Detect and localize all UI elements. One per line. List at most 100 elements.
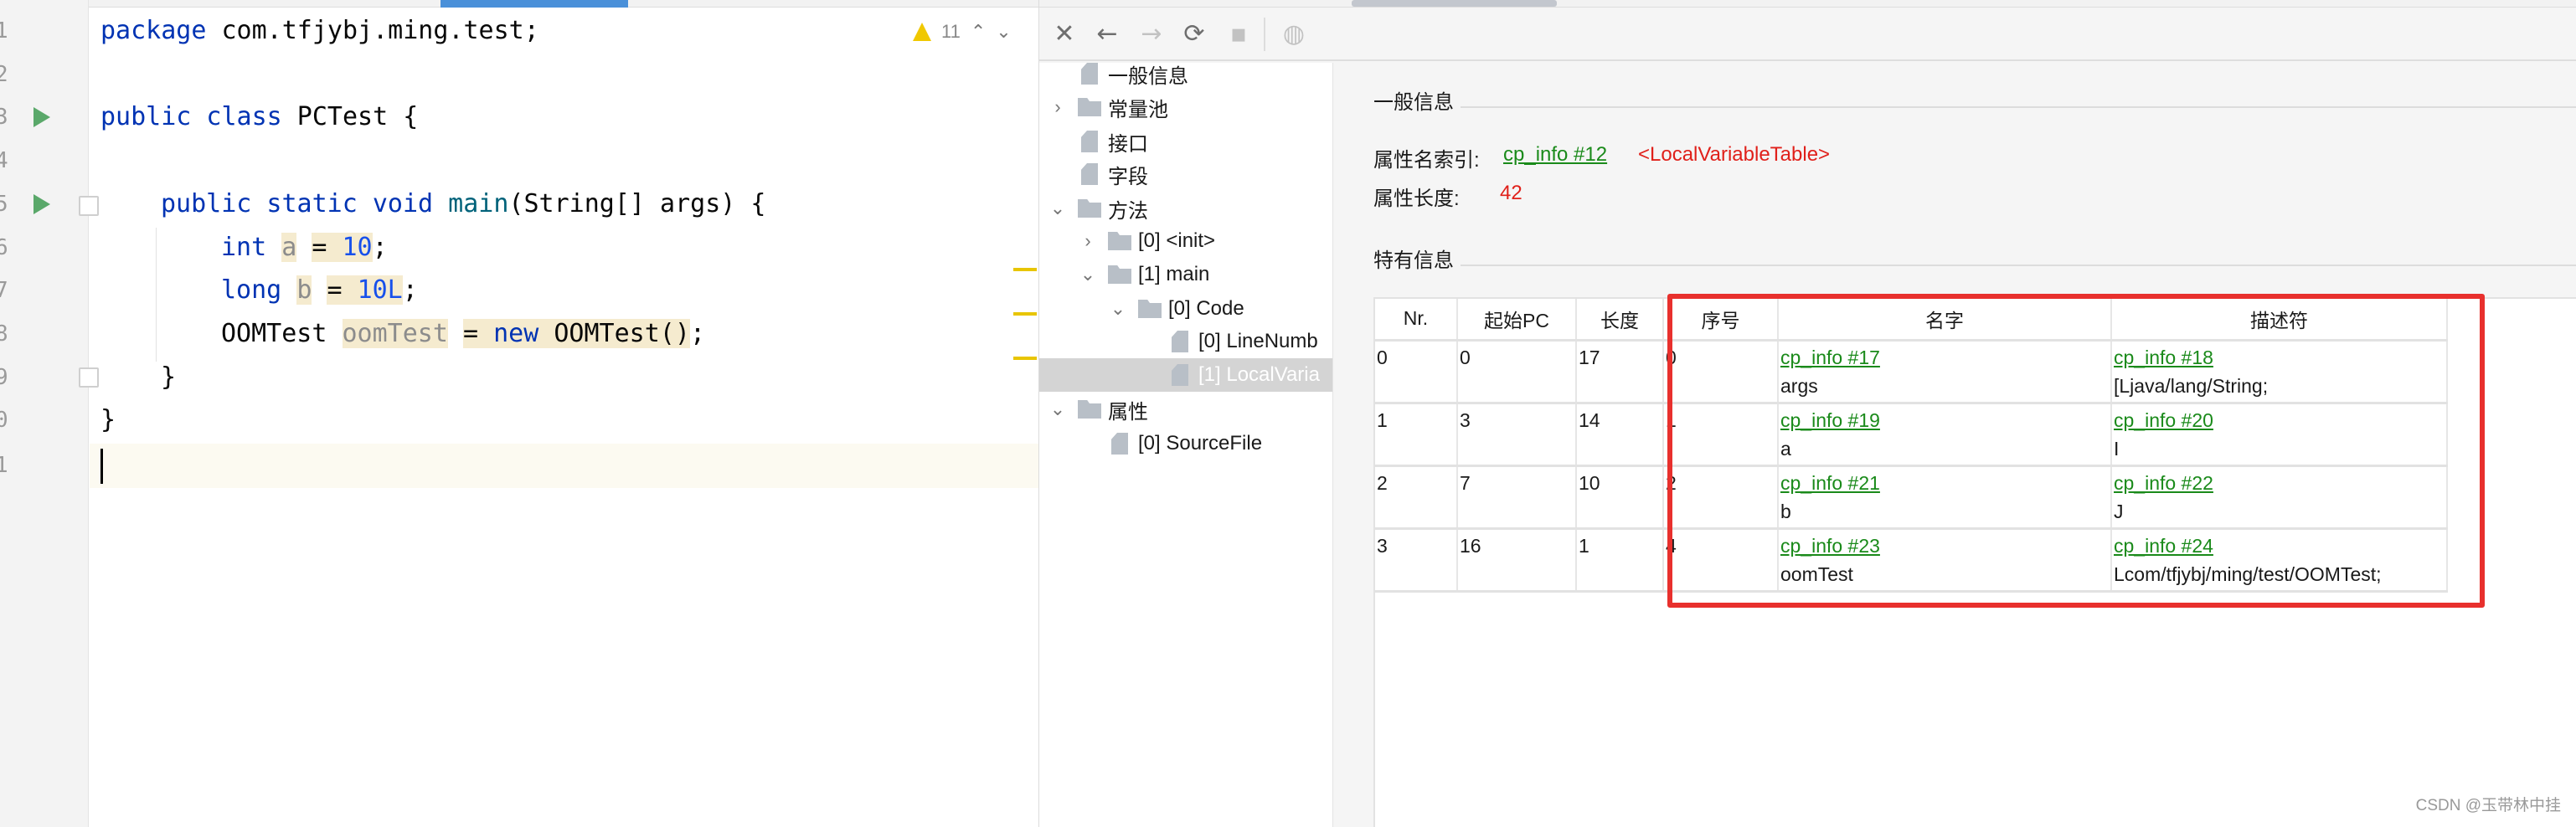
- tree-item-method-main[interactable]: ⌄[1] main: [1039, 258, 1332, 291]
- tree-item-method-init[interactable]: ›[0] <init>: [1039, 224, 1332, 258]
- attr-name-index-link[interactable]: cp_info #12: [1503, 143, 1607, 167]
- code-line-5: public static void main(String[] args) {: [161, 182, 765, 226]
- code-text: PCTest {: [282, 102, 419, 131]
- warning-stripe-marker[interactable]: [1013, 268, 1037, 271]
- cell-length: 14: [1576, 403, 1663, 465]
- chevron-down-icon[interactable]: ⌄: [1049, 198, 1066, 219]
- keyword: package: [100, 16, 206, 45]
- operator: =: [327, 275, 357, 305]
- globe-icon[interactable]: ◍: [1279, 19, 1309, 49]
- keyword: long: [221, 275, 281, 305]
- column-header-nr[interactable]: Nr.: [1375, 299, 1457, 340]
- chevron-down-icon[interactable]: ⌄: [1079, 264, 1096, 285]
- line-number: 1: [0, 18, 20, 44]
- cell-nr: 3: [1375, 528, 1457, 591]
- file-icon: [1172, 331, 1188, 352]
- line-number: 8: [0, 321, 20, 347]
- tree-item-source-file[interactable]: [0] SourceFile: [1039, 427, 1332, 460]
- column-header-length[interactable]: 长度: [1576, 299, 1663, 340]
- unused-variable: oomTest: [343, 319, 448, 348]
- attr-length-label: 属性长度:: [1373, 182, 1460, 211]
- tree-item-general-info[interactable]: 一般信息: [1039, 57, 1332, 90]
- chevron-down-icon[interactable]: ⌄: [1110, 298, 1126, 320]
- line-number: 2: [0, 62, 20, 87]
- code-text: OOMTest(): [538, 319, 690, 348]
- toolbar-separator: [1264, 18, 1265, 51]
- folder-icon: [1138, 300, 1162, 318]
- chevron-right-icon[interactable]: ›: [1079, 230, 1096, 252]
- warning-stripe-marker[interactable]: [1013, 312, 1037, 316]
- column-header-start-pc[interactable]: 起始PC: [1457, 299, 1576, 340]
- attr-name-value: <LocalVariableTable>: [1638, 143, 1830, 167]
- operator: =: [312, 233, 342, 262]
- warning-stripe-marker[interactable]: [1013, 357, 1037, 360]
- fold-icon[interactable]: [79, 367, 99, 388]
- line-number: 1: [0, 453, 20, 478]
- tree-item-line-number-table[interactable]: [0] LineNumb: [1039, 325, 1332, 358]
- type-name: OOMTest: [221, 319, 327, 348]
- editor-active-tab-indicator[interactable]: [440, 0, 628, 8]
- tree-item-fields[interactable]: 字段: [1039, 157, 1332, 191]
- viewer-tab-bar: [1039, 0, 2576, 8]
- watermark: CSDN @玉带林中挂: [2416, 793, 2561, 815]
- run-main-icon[interactable]: [33, 194, 50, 214]
- code-line-8: OOMTest oomTest = new OOMTest();: [221, 312, 705, 356]
- close-icon[interactable]: ✕: [1049, 19, 1079, 49]
- attr-name-index-label: 属性名索引:: [1373, 143, 1480, 172]
- folder-icon: [1108, 265, 1131, 284]
- next-highlight-icon[interactable]: ⌄: [996, 21, 1011, 43]
- line-number: 5: [0, 192, 20, 217]
- line-number: 0: [0, 408, 20, 433]
- code-text: ;: [403, 275, 418, 305]
- tree-item-label: 接口: [1108, 127, 1148, 157]
- code-editor[interactable]: 1 2 3 4 5 6 7 8 9 0 1 package com.tfjybj…: [0, 0, 1038, 827]
- line-number: 4: [0, 148, 20, 173]
- file-icon: [1111, 433, 1128, 455]
- code-line-10: }: [100, 398, 116, 442]
- tree-item-attributes[interactable]: ⌄ 属性: [1039, 393, 1332, 426]
- cell-start-pc: 3: [1457, 403, 1576, 465]
- tree-item-label: [1] LocalVaria: [1198, 363, 1320, 387]
- back-arrow-icon[interactable]: ←: [1092, 19, 1122, 49]
- previous-highlight-icon[interactable]: ⌃: [971, 21, 986, 43]
- file-icon: [1081, 131, 1098, 152]
- unused-variable: a: [281, 233, 296, 262]
- warning-count: 11: [941, 21, 961, 43]
- section-title-general: 一般信息: [1373, 85, 1454, 115]
- tree-item-methods[interactable]: ⌄方法: [1039, 192, 1332, 225]
- run-class-icon[interactable]: [33, 107, 50, 127]
- cell-length: 1: [1576, 528, 1663, 591]
- cell-start-pc: 0: [1457, 340, 1576, 403]
- number-literal: 10: [343, 233, 373, 262]
- line-number: 9: [0, 365, 20, 390]
- forward-arrow-icon[interactable]: →: [1136, 19, 1167, 49]
- code-line-3: public class PCTest {: [100, 95, 418, 139]
- inspection-widget[interactable]: 11 ⌃ ⌄: [913, 17, 1012, 47]
- unused-variable: b: [296, 275, 312, 305]
- tree-item-local-variable-table[interactable]: [1] LocalVaria: [1039, 358, 1332, 392]
- file-icon: [1081, 163, 1098, 185]
- tree-item-label: 常量池: [1108, 93, 1168, 122]
- folder-icon: [1108, 232, 1131, 250]
- keyword: new: [493, 319, 538, 348]
- code-text: ;: [690, 319, 705, 348]
- file-icon: [1172, 364, 1188, 386]
- code-line-9: }: [161, 356, 176, 399]
- refresh-icon[interactable]: ⟳: [1179, 19, 1209, 49]
- attr-length-value: 42: [1500, 182, 1522, 205]
- folder-icon: [1078, 98, 1101, 116]
- method-name: main: [448, 189, 508, 218]
- code-text: ;: [373, 233, 388, 262]
- tree-item-constant-pool[interactable]: › 常量池: [1039, 90, 1332, 124]
- save-icon[interactable]: ▪: [1224, 19, 1254, 49]
- tree-item-interfaces[interactable]: 接口: [1039, 125, 1332, 158]
- cell-nr: 1: [1375, 403, 1457, 465]
- chevron-right-icon[interactable]: ›: [1049, 96, 1066, 118]
- chevron-down-icon[interactable]: ⌄: [1049, 398, 1066, 420]
- tree-item-code[interactable]: ⌄[0] Code: [1039, 292, 1332, 326]
- number-literal: 10L: [358, 275, 403, 305]
- fold-icon[interactable]: [79, 196, 99, 216]
- class-structure-tree[interactable]: 一般信息 ›常量池 接口 字段 ⌄方法 ›[0] <init> ⌄[1] mai…: [1039, 63, 1332, 827]
- viewer-active-tab-indicator[interactable]: [1352, 0, 1557, 7]
- tree-item-label: 属性: [1108, 395, 1148, 424]
